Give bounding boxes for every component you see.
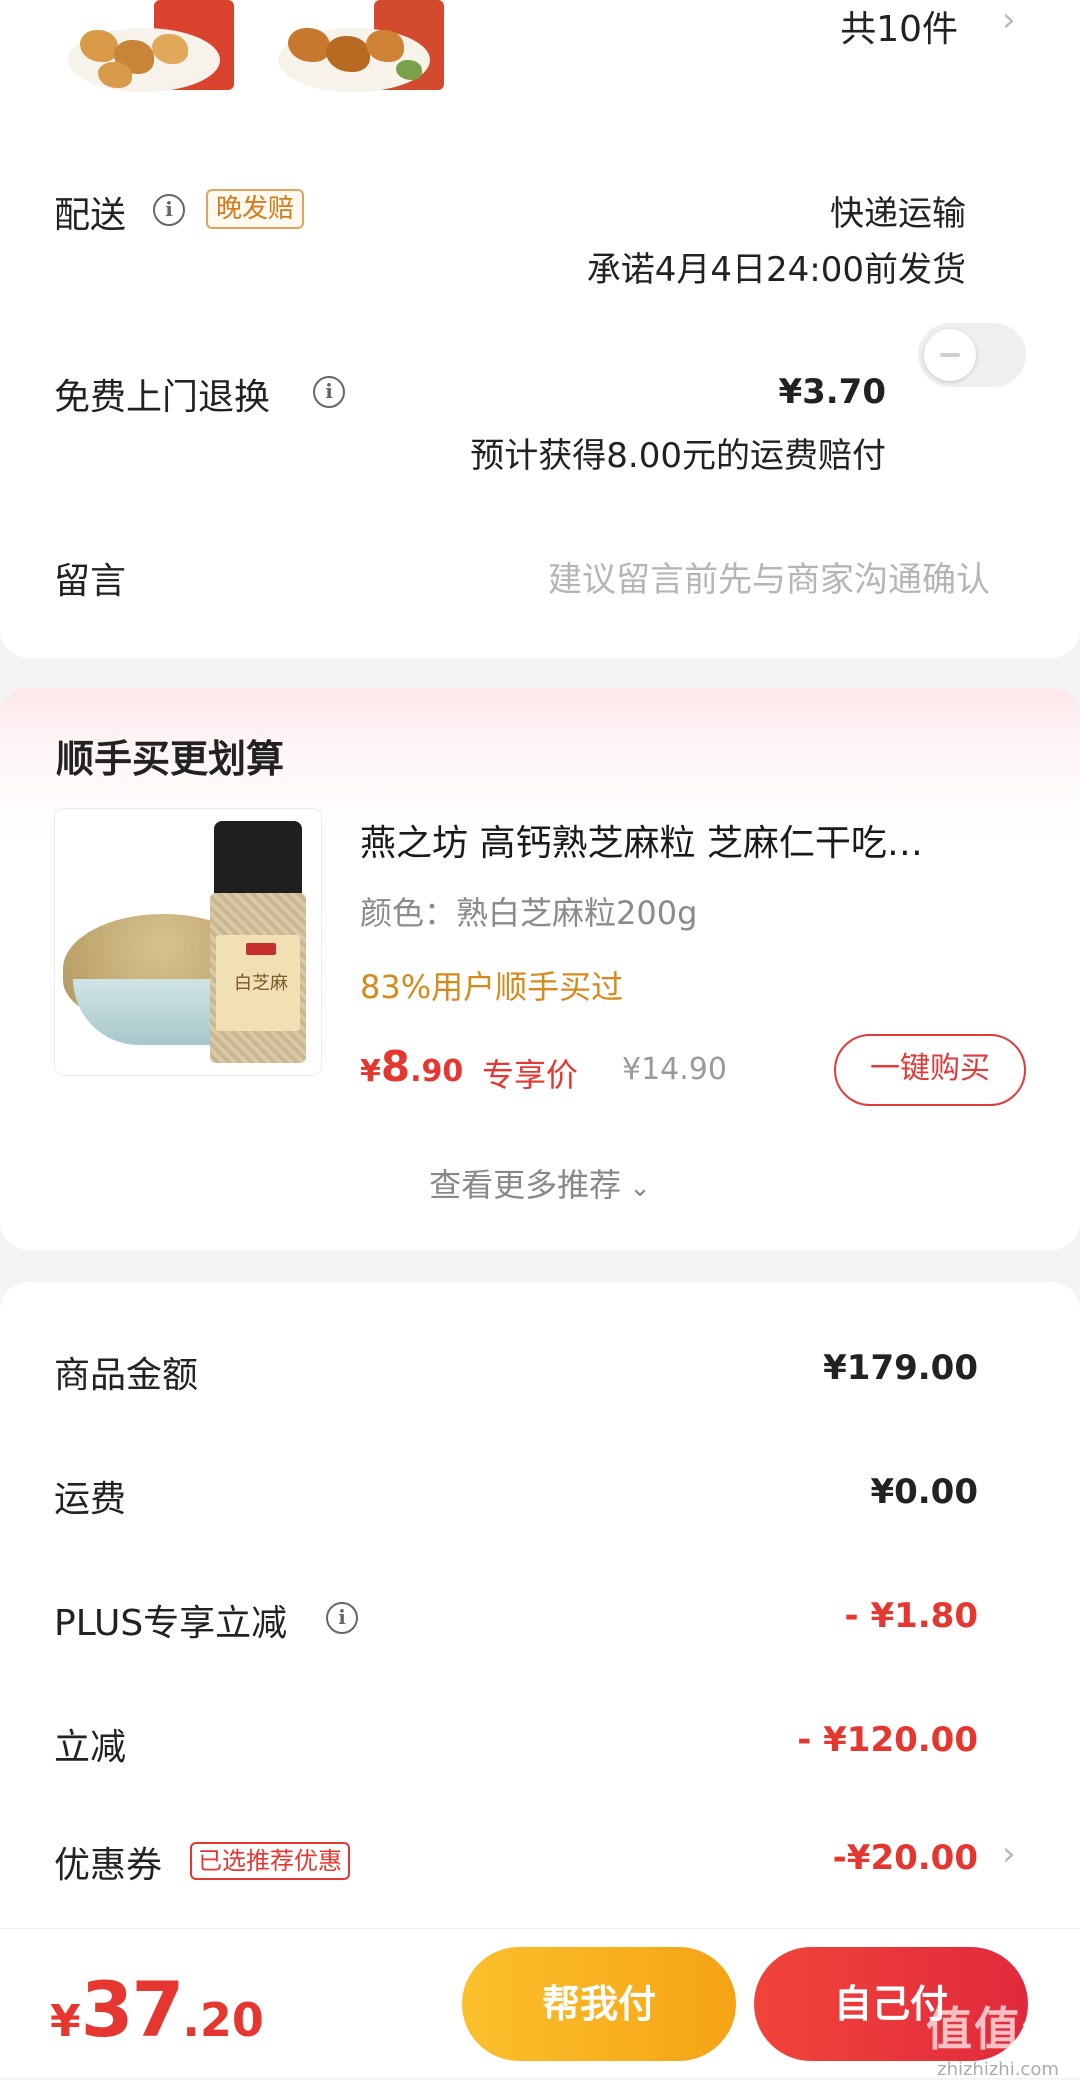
info-icon[interactable]: i xyxy=(313,376,345,408)
chevron-down-icon: ⌄ xyxy=(629,1173,651,1203)
one-click-buy-button[interactable]: 一键购买 xyxy=(834,1034,1026,1106)
see-more-recommendations[interactable]: 查看更多推荐 ⌄ xyxy=(0,1160,1080,1206)
help-me-pay-button[interactable]: 帮我付 xyxy=(462,1947,736,2061)
delivery-label: 配送 xyxy=(54,195,127,236)
plus-discount-label: PLUS专享立减 xyxy=(54,1603,288,1644)
checkout-bar: ¥37.20 帮我付 自己付 值值值 zhizhizhi.com xyxy=(0,1928,1080,2080)
order-card: 共10件 › 配送 i 晚发赔 快递运输 承诺4月4日24:00前发货 免费上门… xyxy=(0,0,1080,658)
upsell-card: 顺手买更划算 白芝麻 燕之坊 高钙熟芝麻粒 芝麻仁干吃… 颜色：熟白芝麻粒200… xyxy=(0,688,1080,1250)
product-thumbnail-1[interactable] xyxy=(54,0,234,118)
price-summary-card: 商品金额 ¥179.00 运费 ¥0.00 PLUS专享立减 i - ¥1.80… xyxy=(0,1282,1080,1982)
upsell-product-image[interactable]: 白芝麻 xyxy=(54,808,322,1076)
return-service-toggle[interactable] xyxy=(918,323,1026,387)
upsell-social-proof: 83%用户顺手买过 xyxy=(360,968,624,1006)
shipping-label: 运费 xyxy=(54,1479,127,1520)
subtotal-label: 商品金额 xyxy=(54,1355,199,1396)
instant-discount-label: 立减 xyxy=(54,1727,127,1768)
free-return-label: 免费上门退换 xyxy=(54,377,271,418)
info-icon[interactable]: i xyxy=(326,1602,358,1634)
exclusive-price-tag: 专享价 xyxy=(482,1056,579,1094)
late-delivery-compensation-tag: 晚发赔 xyxy=(206,189,305,229)
delivery-method[interactable]: 快递运输 xyxy=(830,186,966,235)
coupon-value[interactable]: -¥20.00 xyxy=(833,1838,978,1878)
compensation-note: 预计获得8.00元的运费赔付 xyxy=(470,436,886,476)
plus-discount-value: - ¥1.80 xyxy=(844,1596,979,1636)
upsell-title: 顺手买更划算 xyxy=(56,737,285,781)
item-count[interactable]: 共10件 xyxy=(840,0,958,52)
product-thumbnail-2[interactable] xyxy=(264,0,444,118)
instant-discount-value: - ¥120.00 xyxy=(797,1720,978,1760)
chevron-right-icon[interactable]: › xyxy=(1002,1834,1016,1874)
subtotal-value: ¥179.00 xyxy=(823,1348,978,1388)
shipping-value: ¥0.00 xyxy=(870,1472,978,1512)
upsell-price: ¥8.90 xyxy=(360,1042,464,1091)
coupon-recommended-tag: 已选推荐优惠 xyxy=(190,1842,350,1880)
message-input[interactable]: 建议留言前先与商家沟通确认 xyxy=(548,552,990,601)
total-price: ¥37.20 xyxy=(50,1965,264,2054)
return-service-price: ¥3.70 xyxy=(778,372,886,412)
upsell-original-price: ¥14.90 xyxy=(622,1052,727,1087)
chevron-right-icon[interactable]: › xyxy=(1002,0,1016,40)
message-label: 留言 xyxy=(54,561,127,602)
upsell-product-variant[interactable]: 颜色：熟白芝麻粒200g xyxy=(360,888,697,934)
upsell-product-name[interactable]: 燕之坊 高钙熟芝麻粒 芝麻仁干吃… xyxy=(360,814,1020,866)
watermark-logo: 值值值 zhizhizhi.com xyxy=(926,2002,1070,2080)
info-icon[interactable]: i xyxy=(153,194,185,226)
coupon-label[interactable]: 优惠券 xyxy=(54,1836,162,1888)
delivery-promise: 承诺4月4日24:00前发货 xyxy=(586,250,966,290)
